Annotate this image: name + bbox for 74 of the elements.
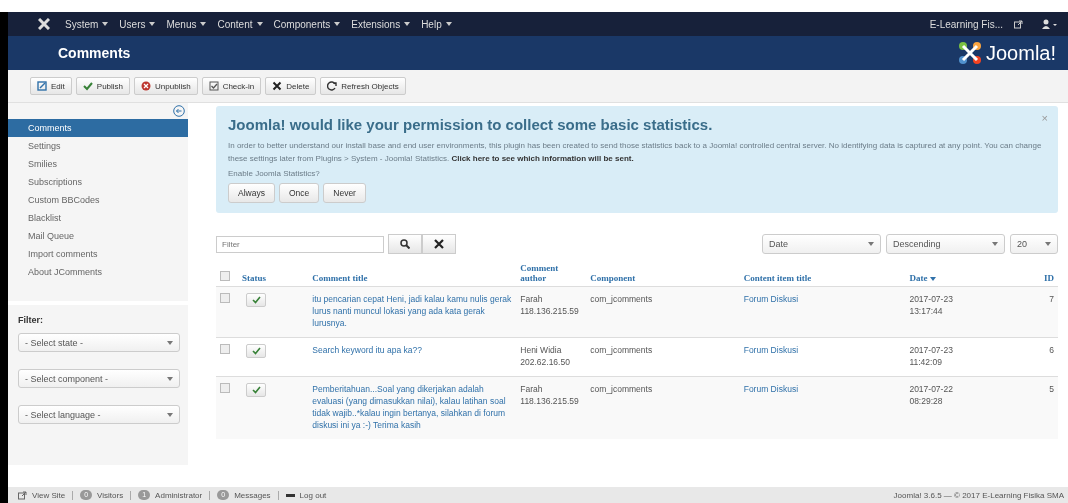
- status-link[interactable]: Administrator: [155, 490, 203, 500]
- component-name: com_jcomments: [590, 294, 653, 304]
- logout-link[interactable]: Log out: [299, 490, 327, 500]
- toolbar-button[interactable]: Edit: [30, 77, 72, 95]
- choice-button[interactable]: Always: [228, 183, 275, 203]
- sort-field-dropdown[interactable]: Date: [762, 234, 881, 254]
- menu-item[interactable]: Extensions: [351, 18, 401, 30]
- toolbar-button[interactable]: Refresh Objects: [320, 77, 406, 95]
- sidebar-item[interactable]: Comments: [8, 119, 188, 137]
- toolbar-button[interactable]: Check-in: [201, 77, 262, 95]
- choice-button[interactable]: Once: [278, 183, 320, 203]
- filter-dropdown[interactable]: - Select language -: [18, 405, 180, 424]
- column-header[interactable]: Date: [909, 273, 928, 283]
- component-name: com_jcomments: [590, 345, 653, 355]
- content-item-link[interactable]: Forum Diskusi: [743, 345, 798, 355]
- sidebar-item[interactable]: Smilies: [8, 155, 188, 173]
- comment-date: 2017-07-23: [909, 293, 954, 305]
- version-text: Joomla! 3.6.5 — © 2017 E-Learning Fisika SMA: [893, 490, 1064, 500]
- column-header[interactable]: Comment title: [312, 273, 368, 283]
- author-ip: 118.136.215.59: [520, 395, 580, 407]
- toolbar-button[interactable]: Unpublish: [134, 77, 198, 95]
- comment-time: 11:42:09: [909, 356, 943, 368]
- menu-item[interactable]: Help: [421, 18, 442, 30]
- sidebar-item[interactable]: Import comments: [8, 245, 188, 263]
- column-header[interactable]: Component: [590, 273, 636, 283]
- message-title: Joomla! would like your permission to collect some basic statistics.: [228, 116, 714, 133]
- sidebar-item[interactable]: Custom BBCodes: [8, 191, 188, 209]
- author-ip: 118.136.215.59: [520, 305, 580, 317]
- comment-title-link[interactable]: Search keyword itu apa ka??: [312, 344, 513, 356]
- brand-name: Joomla!: [985, 41, 1056, 65]
- column-header[interactable]: Content item title: [743, 273, 812, 283]
- comment-id: 7: [1049, 294, 1054, 304]
- column-header[interactable]: ID: [1044, 273, 1054, 283]
- toolbar-button[interactable]: Delete: [265, 77, 317, 95]
- comment-date: 2017-07-23: [909, 344, 954, 356]
- view-site-link[interactable]: View Site: [32, 490, 66, 500]
- filter-heading: Filter:: [18, 315, 44, 325]
- menu-item[interactable]: Menus: [166, 18, 197, 30]
- content-item-link[interactable]: Forum Diskusi: [743, 384, 798, 394]
- sidebar-item[interactable]: Blacklist: [8, 209, 188, 227]
- message-question: Enable Joomla Statistics?: [228, 169, 321, 178]
- author-name: Farah: [520, 293, 544, 305]
- sort-order-dropdown[interactable]: Descending: [886, 234, 1005, 254]
- sidebar-item[interactable]: Subscriptions: [8, 173, 188, 191]
- menu-item[interactable]: System: [65, 18, 99, 30]
- column-header[interactable]: Comment author: [520, 263, 583, 283]
- menu-item[interactable]: Components: [273, 18, 331, 30]
- sidebar-item[interactable]: Mail Queue: [8, 227, 188, 245]
- sidebar-item[interactable]: About JComments: [8, 263, 188, 281]
- author-name: Farah: [520, 383, 544, 395]
- site-link[interactable]: E-Learning Fis...: [929, 18, 1003, 30]
- comment-id: 5: [1049, 384, 1054, 394]
- author-ip: 202.62.16.50: [520, 356, 571, 368]
- menu-item[interactable]: Users: [119, 18, 146, 30]
- menu-item[interactable]: Content: [217, 18, 253, 30]
- page-size-dropdown[interactable]: 20: [1010, 234, 1058, 254]
- toolbar-button[interactable]: Publish: [75, 77, 131, 95]
- comment-time: 08:29:28: [909, 395, 944, 407]
- status-link[interactable]: Messages: [234, 490, 271, 500]
- sidebar-item[interactable]: Settings: [8, 137, 188, 155]
- choice-button[interactable]: Never: [323, 183, 366, 203]
- author-name: Heni Widia: [520, 344, 563, 356]
- filter-dropdown[interactable]: - Select component -: [18, 369, 180, 388]
- message-text: In order to better understand our install base and end user environments, this plugin has been created to send those statistics back to a Joomla! controlled central server. No identifying data is captured at any point. You can change these settings later from Plugins > System - Joomla! Statistics. Click here to see which information will be sent.: [228, 140, 1043, 165]
- comment-date: 2017-07-22: [909, 383, 954, 395]
- comment-time: 13:17:44: [909, 305, 944, 317]
- status-link[interactable]: Visitors: [97, 490, 124, 500]
- component-name: com_jcomments: [590, 384, 653, 394]
- comment-id: 6: [1049, 345, 1054, 355]
- page-title: Comments: [58, 45, 131, 61]
- column-header[interactable]: Status: [242, 273, 266, 283]
- content-item-link[interactable]: Forum Diskusi: [743, 294, 798, 304]
- filter-dropdown[interactable]: - Select state -: [18, 333, 180, 352]
- filter-field[interactable]: Filter: [216, 235, 384, 253]
